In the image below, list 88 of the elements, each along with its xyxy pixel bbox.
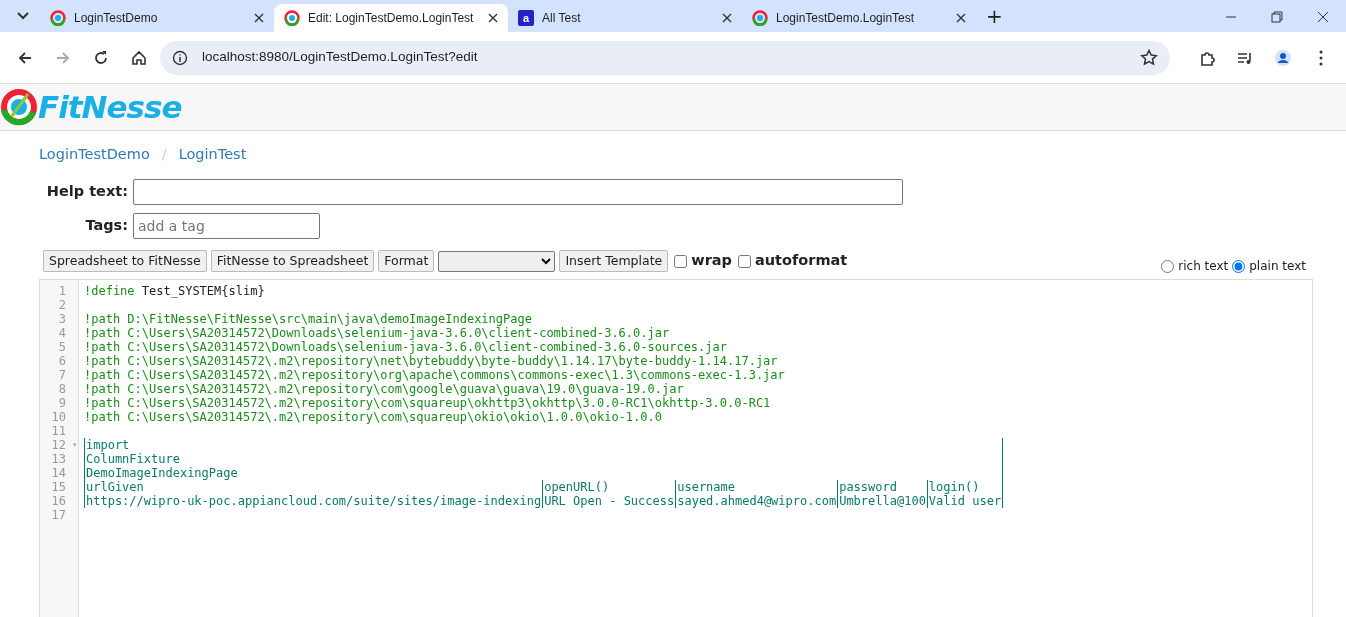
logo-text: FitNesse xyxy=(38,87,182,127)
line-number: 17 xyxy=(51,508,66,522)
table-cell: https://wipro-uk-poc.appiancloud.com/suite/sites/image-indexing xyxy=(84,494,543,508)
code-text: !path C:\Users\SA20314572\.m2\repository\com\google\guava\guava\19.0\guava-19.0.jar xyxy=(84,382,684,396)
line-number: 15 xyxy=(51,480,66,494)
radio-label: plain text xyxy=(1249,258,1306,275)
code-text: !path C:\Users\SA20314572\Downloads\selenium-java-3.6.0\client-combined-3.6.0.jar xyxy=(84,326,670,340)
toolbar-button[interactable]: FitNesse to Spreadsheet xyxy=(210,249,375,273)
tab-title: Edit: LoginTestDemo.LoginTest xyxy=(308,10,475,27)
table-cell: Valid user xyxy=(927,494,1003,508)
site-icon: a xyxy=(518,10,534,26)
close-icon[interactable] xyxy=(956,13,966,23)
toolbar-button[interactable]: Insert Template xyxy=(559,249,669,273)
line-number: 9 xyxy=(58,396,66,410)
browser-tab[interactable]: a All Test xyxy=(508,4,742,32)
code-text: !path C:\Users\SA20314572\.m2\repository\com\squareup\okio\okio\1.0.0\okio-1.0.0 xyxy=(84,410,662,424)
home-icon[interactable] xyxy=(130,48,148,67)
line-number: 5 xyxy=(58,340,66,354)
checkbox-label: wrap xyxy=(691,251,732,271)
line-number: 10 xyxy=(51,410,66,424)
line-number: 12 xyxy=(51,438,66,452)
line-number: 1 xyxy=(58,284,66,298)
browser-tab[interactable]: LoginTestDemo xyxy=(40,4,274,32)
table-cell: urlGiven xyxy=(84,480,543,494)
input-field[interactable]: add a tag xyxy=(133,213,320,239)
line-number: 16 xyxy=(51,494,66,508)
line-number: 7 xyxy=(58,368,66,382)
radio-label: rich text xyxy=(1178,258,1229,275)
line-number: 11 xyxy=(51,424,66,438)
table-cell: password xyxy=(837,480,928,494)
toolbar-button[interactable]: Format xyxy=(378,249,435,273)
tab-title: All Test xyxy=(542,10,582,27)
line-number: 13 xyxy=(51,452,66,466)
checkbox[interactable] xyxy=(737,254,751,268)
table-cell: ColumnFixture xyxy=(84,452,1003,466)
close-icon[interactable] xyxy=(488,13,498,23)
tab-title: LoginTestDemo xyxy=(74,10,159,27)
new-tab-button[interactable]: + xyxy=(976,1,1013,31)
table-cell: URL Open - Success xyxy=(542,494,676,508)
checkbox-label: autoformat xyxy=(754,251,848,271)
code-text: !path C:\Users\SA20314572\Downloads\selenium-java-3.6.0\client-combined-3.6.0-sources.jar xyxy=(84,340,727,354)
info-icon xyxy=(172,49,188,66)
breadcrumb-separator: / xyxy=(160,145,168,165)
table-cell: login() xyxy=(927,480,1003,494)
radio-button[interactable] xyxy=(1161,259,1175,273)
line-number: 4 xyxy=(58,326,66,340)
table-cell: import xyxy=(84,438,1003,452)
fitnesse-logo-icon xyxy=(752,10,768,26)
fitnesse-logo-icon xyxy=(50,10,66,26)
browser-tab[interactable]: Edit: LoginTestDemo.LoginTest xyxy=(274,4,508,32)
line-number: 3 xyxy=(58,312,66,326)
code-text: !path C:\Users\SA20314572\.m2\repository\net\bytebuddy\byte-buddy\1.14.17\byte-buddy-1.14.17.jar xyxy=(84,354,778,368)
tab-title: LoginTestDemo.LoginTest xyxy=(776,10,916,27)
breadcrumb-link[interactable]: LoginTestDemo xyxy=(39,144,150,166)
checkbox[interactable] xyxy=(674,254,688,268)
input-field[interactable] xyxy=(133,179,903,205)
field-label: Help text: xyxy=(45,182,129,202)
url-text: localhost:8980/LoginTestDemo.LoginTest?edit xyxy=(202,48,478,67)
field-label: Tags: xyxy=(84,216,129,236)
line-number: 6 xyxy=(58,354,66,368)
close-icon[interactable] xyxy=(722,13,732,23)
line-number: 2 xyxy=(58,298,66,312)
table-cell: username xyxy=(675,480,838,494)
table-cell: sayed.ahmed4@wipro.com xyxy=(675,494,838,508)
table-cell: Umbrella@100 xyxy=(837,494,928,508)
fitnesse-logo-icon xyxy=(0,88,38,126)
code-text: !path D:\FitNesse\FitNesse\src\main\java\demoImageIndexingPage xyxy=(84,312,532,326)
profile-icon[interactable] xyxy=(1274,48,1292,67)
table-cell: DemoImageIndexingPage xyxy=(84,466,1003,480)
restore-icon[interactable] xyxy=(1268,9,1286,25)
chevron-down-icon xyxy=(17,12,29,20)
toolbar-button[interactable]: Spreadsheet to FitNesse xyxy=(43,249,207,273)
radio-button[interactable] xyxy=(1232,259,1246,273)
line-number: 14 xyxy=(51,466,66,480)
star-icon[interactable] xyxy=(1140,48,1158,67)
code-text: !path C:\Users\SA20314572\.m2\repository\com\squareup\okhttp3\okhttp\3.0.0-RC1\okhttp-3.0.0-RC1 xyxy=(84,396,771,410)
reload-icon[interactable] xyxy=(92,48,110,67)
fitnesse-logo-icon xyxy=(284,10,300,26)
browser-tab[interactable]: LoginTestDemo.LoginTest xyxy=(742,4,976,32)
breadcrumb-link[interactable]: LoginTest xyxy=(178,144,247,166)
code-text: Test_SYSTEM{slim} xyxy=(140,284,265,298)
code-text: !define xyxy=(84,284,135,298)
close-icon[interactable] xyxy=(254,13,264,23)
line-number: 8 xyxy=(58,382,66,396)
template-select[interactable] xyxy=(438,250,556,272)
code-text: !path C:\Users\SA20314572\.m2\repository\org\apache\commons\commons-exec\1.3\commons-exec-1.3.jar xyxy=(84,368,785,382)
address-bar[interactable]: localhost:8980/LoginTestDemo.LoginTest?edit xyxy=(160,40,1170,75)
table-cell: openURL() xyxy=(542,480,676,494)
